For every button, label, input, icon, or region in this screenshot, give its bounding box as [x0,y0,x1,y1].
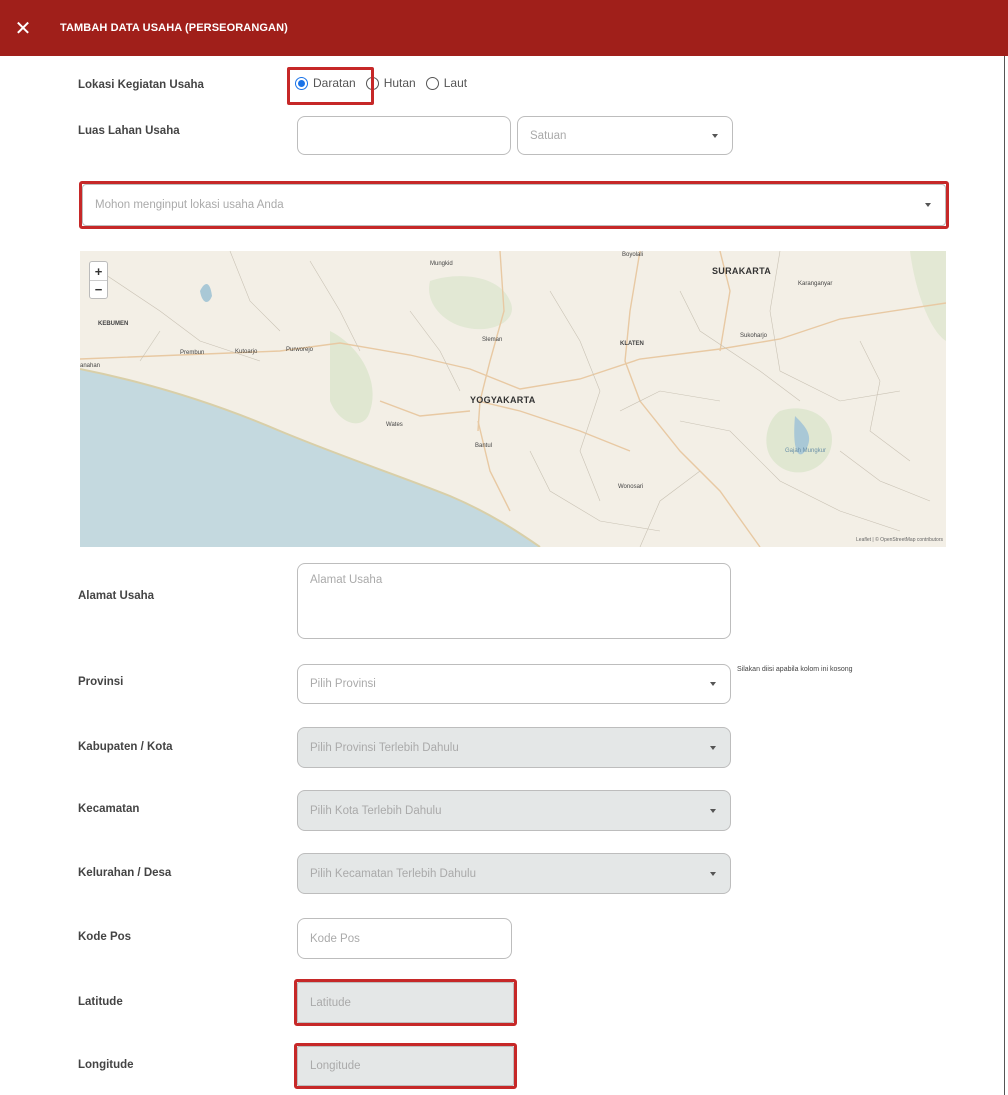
satuan-placeholder: Satuan [530,129,567,142]
kodepos-input[interactable]: Kode Pos [297,918,512,959]
satuan-select[interactable]: Satuan [517,116,733,155]
provinsi-select[interactable]: Pilih Provinsi [297,664,731,704]
map-attribution[interactable]: Leaflet | © OpenStreetMap contributors [856,537,943,543]
map-label-mungkid: Mungkid [430,261,453,267]
alamat-label: Alamat Usaha [78,590,155,602]
chevron-down-icon [710,682,716,686]
provinsi-hint: Silakan diisi apabila kolom ini kosong [737,666,853,673]
provinsi-label: Provinsi [78,676,124,688]
kabupaten-placeholder: Pilih Provinsi Terlebih Dahulu [310,741,459,754]
provinsi-placeholder: Pilih Provinsi [310,678,376,690]
map-label-kutoarjo: Kutoarjo [235,349,258,355]
map-label-karanganyar: Karanganyar [798,281,833,287]
highlight-box [79,181,949,229]
kecamatan-placeholder: Pilih Kota Terlebih Dahulu [310,804,442,817]
highlight-box [294,979,517,1026]
chevron-down-icon [712,133,718,138]
map-label-gajah-mungkur: Gajah Mungkur [785,448,827,454]
radio-laut-label: Laut [443,76,468,90]
map-label-sukoharjo: Sukoharjo [740,333,768,339]
map-label-surakarta: SURAKARTA [712,266,772,276]
kodepos-label: Kode Pos [78,931,132,943]
highlight-box [294,1043,517,1089]
map-label-klaten: KLATEN [620,341,644,347]
map-label-wates: Wates [386,422,403,428]
dialog-title: TAMBAH DATA USAHA (PERSEORANGAN) [60,22,288,34]
zoom-in-button[interactable]: + [90,262,107,280]
map-label-kebumen: KEBUMEN [98,321,129,327]
radio-laut[interactable]: Laut [425,76,468,90]
kelurahan-placeholder: Pilih Kecamatan Terlebih Dahulu [310,867,476,880]
map-zoom-control: + − [89,261,108,299]
dialog-header: ✕ TAMBAH DATA USAHA (PERSEORANGAN) [0,0,1008,56]
map-label-yogyakarta: YOGYAKARTA [470,395,536,405]
kecamatan-select[interactable]: Pilih Kota Terlebih Dahulu [297,790,731,831]
luas-input[interactable] [297,116,511,155]
map-label-wonosari: Wonosari [618,484,644,490]
kecamatan-label: Kecamatan [78,803,140,815]
map-label-bantul: Bantul [475,443,493,449]
longitude-label: Longitude [78,1059,134,1071]
kabupaten-select[interactable]: Pilih Provinsi Terlebih Dahulu [297,727,731,768]
kabupaten-label: Kabupaten / Kota [78,741,173,753]
map-label-prembun: Prembun [180,350,205,356]
latitude-label: Latitude [78,996,123,1008]
map-label-anahan: anahan [80,363,101,369]
radio-unchecked-icon [425,76,439,90]
dialog-edge [1004,56,1005,1095]
chevron-down-icon [710,871,716,876]
chevron-down-icon [710,745,716,750]
map-label-sleman: Sleman [482,337,503,343]
lokasi-label: Lokasi Kegiatan Usaha [78,79,204,91]
zoom-out-button[interactable]: − [90,280,107,298]
kelurahan-select[interactable]: Pilih Kecamatan Terlebih Dahulu [297,853,731,894]
close-icon[interactable]: ✕ [0,0,46,56]
alamat-textarea[interactable]: Alamat Usaha [297,563,731,639]
chevron-down-icon [710,808,716,813]
radio-hutan-label: Hutan [383,76,416,90]
highlight-box [287,67,374,105]
page: ✕ TAMBAH DATA USAHA (PERSEORANGAN) Lokas… [0,0,1008,1095]
map-label-purworejo: Purworejo [286,347,314,353]
kelurahan-label: Kelurahan / Desa [78,867,172,879]
luas-label: Luas Lahan Usaha [78,125,180,137]
map-label-boyolali: Boyolali [622,252,644,258]
location-map[interactable]: + − SURAKARTA YOGYAKARTA KEBUMEN KLATEN … [80,251,946,547]
